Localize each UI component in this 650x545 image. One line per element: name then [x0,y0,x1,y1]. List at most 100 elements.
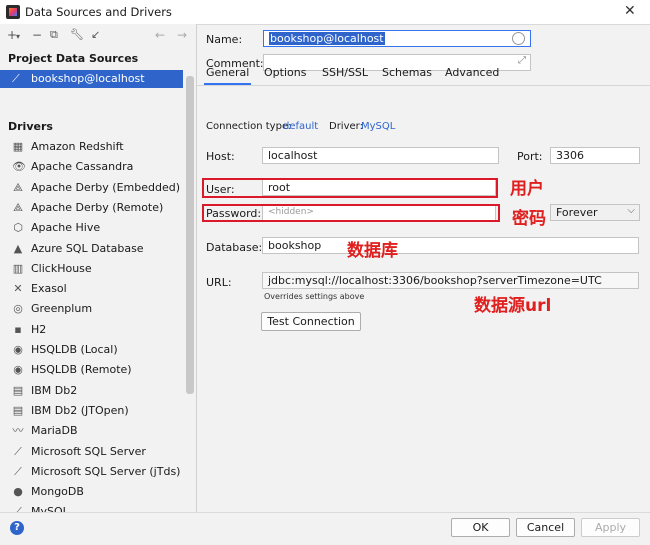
user-annotation: 用户 [510,179,544,199]
add-dropdown-icon[interactable]: ▾ [16,32,20,41]
connection-type-label: Connection type: [206,121,292,132]
driver-item[interactable]: ▪ H2 [12,321,182,339]
url-label: URL: [206,276,232,289]
driver-item[interactable]: ⟋ Microsoft SQL Server [12,443,182,461]
mssql-icon: ⟋ [14,444,22,458]
driver-item[interactable]: ◎ Greenplum [12,300,182,318]
tab-general[interactable]: General [206,66,249,79]
driver-label: MongoDB [31,485,84,499]
driver-item[interactable]: 👁︎ Apache Cassandra [12,158,182,176]
driver-label: MariaDB [31,424,78,438]
driver-label: Driver: [329,121,363,132]
test-connection-button[interactable]: Test Connection [261,312,361,331]
tab-ssh-ssl[interactable]: SSH/SSL [322,66,368,79]
driver-label: Azure SQL Database [31,241,144,255]
scrollbar[interactable] [186,76,194,394]
greenplum-icon: ◎ [13,302,23,316]
driver-item[interactable]: ▤ IBM Db2 (JTOpen) [12,402,182,420]
driver-label: ClickHouse [31,261,92,275]
port-input[interactable]: 3306 [550,147,640,164]
apply-button[interactable]: Apply [581,518,640,537]
import-icon[interactable]: ↙ [91,28,100,41]
driver-item[interactable]: ⟁ Apache Derby (Embedded) [12,179,182,197]
driver-item[interactable]: ▦ Amazon Redshift [12,138,182,156]
cassandra-icon: 👁︎ [12,160,26,174]
driver-label: Apache Derby (Embedded) [31,180,180,194]
window-title: Data Sources and Drivers [25,5,172,19]
ok-button[interactable]: OK [451,518,510,537]
driver-label: IBM Db2 (JTOpen) [31,403,129,417]
driver-label: Microsoft SQL Server (jTds) [31,464,181,478]
azure-icon: ▲ [13,241,23,255]
tab-schemas[interactable]: Schemas [382,66,432,79]
driver-label: MySQL [31,505,69,512]
datagrip-logo-icon [6,5,20,19]
duplicate-icon[interactable]: ⧉ [50,28,58,42]
back-arrow-icon[interactable]: ← [155,28,165,42]
hsqldb-icon: ◉ [13,363,23,377]
exasol-icon: ✕ [13,282,23,296]
driver-label: Apache Hive [31,221,101,235]
project-data-sources-header: Project Data Sources [8,52,139,65]
color-circle-icon[interactable] [512,32,525,45]
database-annotation: 数据库 [347,241,398,261]
mariadb-icon: 〰 [12,424,24,438]
remove-icon[interactable]: − [32,28,42,42]
driver-label: HSQLDB (Local) [31,343,118,356]
tab-advanced[interactable]: Advanced [445,66,499,79]
driver-item[interactable]: ⬡ Apache Hive [12,219,182,237]
tab-options[interactable]: Options [264,66,306,79]
wrench-icon[interactable]: 🔧︎ [70,28,84,41]
database-input[interactable]: bookshop [262,237,639,254]
url-hint: Overrides settings above [264,292,365,301]
driver-item[interactable]: 〰 MariaDB [12,422,182,440]
driver-label: HSQLDB (Remote) [31,363,132,377]
cancel-button[interactable]: Cancel [516,518,575,537]
h2-icon: ▪ [14,322,22,336]
driver-item[interactable]: ● MongoDB [12,483,182,501]
connection-type-link[interactable]: default [283,121,318,132]
driver-label: H2 [31,322,47,336]
expand-icon[interactable]: ⤢ [518,55,526,66]
tab-divider [197,85,650,86]
driver-label: IBM Db2 [31,383,78,397]
url-input[interactable]: jdbc:mysql://localhost:3306/bookshop?ser… [262,272,639,289]
name-input[interactable]: bookshop@localhost [263,30,531,47]
chevron-down-icon: ⌵ [627,205,635,216]
driver-item[interactable]: ⟋ Microsoft SQL Server (jTds) [12,463,182,481]
user-highlight-box [202,178,498,198]
ibm-icon: ▤ [12,383,24,397]
save-password-select[interactable]: Forever ⌵ [550,204,640,221]
ibm-icon: ▤ [12,403,24,417]
redshift-icon: ▦ [12,140,24,153]
clickhouse-icon: ▥ [12,261,24,275]
host-input[interactable]: localhost [262,147,499,164]
mssql-icon: ⟋ [14,464,22,478]
driver-item[interactable]: ✕ Exasol [12,280,182,298]
close-icon[interactable]: ✕ [624,3,636,19]
driver-item[interactable]: ◉ HSQLDB (Local) [12,341,182,359]
driver-item[interactable]: ⟁ Apache Derby (Remote) [12,199,182,217]
help-icon[interactable]: ? [10,521,24,535]
driver-label: Amazon Redshift [31,140,124,153]
data-source-item-bookshop[interactable]: ⟋ bookshop@localhost [0,70,183,88]
driver-item[interactable]: ⟋ MySQL [12,503,182,512]
driver-label: Microsoft SQL Server [31,444,146,458]
save-password-value: Forever [556,206,598,219]
hive-icon: ⬡ [13,221,23,235]
hsqldb-icon: ◉ [13,343,23,356]
host-label: Host: [206,150,235,163]
forward-arrow-icon[interactable]: → [177,28,187,42]
derby-icon: ⟁ [13,200,23,214]
derby-icon: ⟁ [13,180,23,194]
password-highlight-box [202,204,500,222]
drivers-header: Drivers [8,120,53,133]
driver-item[interactable]: ▤ IBM Db2 [12,382,182,400]
database-label: Database: [206,241,263,254]
driver-label: Greenplum [31,302,93,316]
driver-item[interactable]: ◉ HSQLDB (Remote) [12,361,182,379]
driver-item[interactable]: ▥ ClickHouse [12,260,182,278]
driver-link[interactable]: MySQL [361,121,395,132]
driver-item[interactable]: ▲ Azure SQL Database [12,240,182,258]
mysql-dolphin-icon: ⟋ [12,72,20,85]
